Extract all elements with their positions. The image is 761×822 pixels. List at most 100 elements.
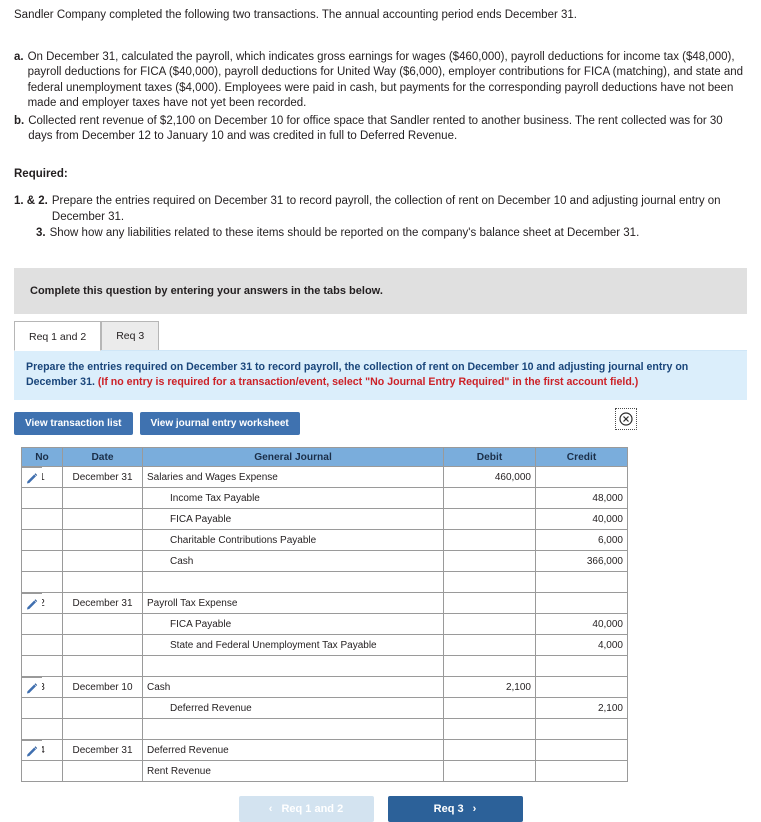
pencil-icon — [26, 682, 38, 694]
table-row: Deferred Revenue 2,100 — [21, 697, 628, 720]
cell-date[interactable] — [62, 508, 143, 531]
table-row — [21, 718, 628, 741]
cell-date[interactable] — [62, 529, 143, 552]
cell-debit-amount[interactable] — [443, 550, 536, 573]
cell-account-name[interactable]: Cash — [142, 550, 444, 573]
cell-debit-amount[interactable] — [443, 739, 536, 762]
transaction-item-b: b. Collected rent revenue of $2,100 on D… — [14, 114, 747, 145]
cell-credit-amount[interactable]: 48,000 — [535, 487, 628, 510]
cell-account-name[interactable]: FICA Payable — [142, 613, 444, 636]
cell-date[interactable] — [62, 571, 143, 594]
cell-account-name[interactable]: Deferred Revenue — [142, 697, 444, 720]
cell-credit-amount[interactable]: 40,000 — [535, 508, 628, 531]
required-section: Required: 1. & 2. Prepare the entries re… — [0, 167, 761, 242]
tab-req-3[interactable]: Req 3 — [101, 320, 160, 350]
tab-bar: Req 1 and 2 Req 3 — [14, 320, 761, 351]
edit-entry-button[interactable] — [21, 467, 42, 489]
cell-credit-amount[interactable] — [535, 466, 628, 489]
cell-account-name[interactable]: Rent Revenue — [142, 760, 444, 783]
cell-account-name[interactable] — [142, 571, 444, 594]
cell-debit-amount[interactable] — [443, 697, 536, 720]
cell-date[interactable] — [62, 718, 143, 741]
journal-table-body: 1 December 31 Salaries and Wages Expense 46… — [21, 466, 628, 783]
cell-credit-amount[interactable]: 40,000 — [535, 613, 628, 636]
cell-debit-amount[interactable] — [443, 529, 536, 552]
cell-credit-amount[interactable] — [535, 592, 628, 615]
transaction-list: a. On December 31, calculated the payrol… — [14, 50, 747, 145]
cell-account-name[interactable]: Deferred Revenue — [142, 739, 444, 762]
close-worksheet-button[interactable] — [615, 408, 637, 431]
cell-entry-number — [21, 718, 63, 741]
cell-debit-amount[interactable] — [443, 718, 536, 741]
cell-account-name[interactable]: Salaries and Wages Expense — [142, 466, 444, 489]
cell-date[interactable] — [62, 550, 143, 573]
cell-debit-amount[interactable] — [443, 613, 536, 636]
table-row: 3 December 10 Cash 2,100 — [21, 676, 628, 699]
cell-date[interactable] — [62, 697, 143, 720]
cell-credit-amount[interactable]: 366,000 — [535, 550, 628, 573]
cell-date[interactable] — [62, 634, 143, 657]
requirement-3-marker: 3. — [36, 227, 46, 240]
cell-account-name[interactable]: Income Tax Payable — [142, 487, 444, 510]
cell-debit-amount[interactable] — [443, 571, 536, 594]
required-heading: Required: — [14, 167, 68, 180]
cell-account-name[interactable] — [142, 655, 444, 678]
cell-debit-amount[interactable] — [443, 487, 536, 510]
cell-debit-amount[interactable]: 2,100 — [443, 676, 536, 699]
cell-credit-amount[interactable] — [535, 571, 628, 594]
cell-debit-amount[interactable] — [443, 760, 536, 783]
table-row: 4 December 31 Deferred Revenue — [21, 739, 628, 762]
cell-debit-amount[interactable]: 460,000 — [443, 466, 536, 489]
cell-credit-amount[interactable] — [535, 760, 628, 783]
cell-credit-amount[interactable] — [535, 718, 628, 741]
cell-credit-amount[interactable] — [535, 739, 628, 762]
cell-date[interactable] — [62, 655, 143, 678]
cell-date[interactable] — [62, 487, 143, 510]
cell-date[interactable]: December 31 — [62, 466, 143, 489]
cell-entry-number — [21, 655, 63, 678]
cell-account-name[interactable]: Cash — [142, 676, 444, 699]
cell-date[interactable]: December 10 — [62, 676, 143, 699]
cell-account-name[interactable] — [142, 718, 444, 741]
requirement-1-2-text: Prepare the entries required on December… — [51, 195, 721, 223]
edit-entry-button[interactable] — [21, 593, 42, 615]
problem-statement: Sandler Company completed the following … — [0, 0, 761, 145]
prev-button-label: Req 1 and 2 — [281, 803, 344, 816]
cell-account-name[interactable]: Charitable Contributions Payable — [142, 529, 444, 552]
intro-lead-text: Sandler Company completed the following … — [14, 9, 577, 21]
cell-credit-amount[interactable] — [535, 655, 628, 678]
table-row: 1 December 31 Salaries and Wages Expense 46… — [21, 466, 628, 489]
cell-account-name[interactable]: Payroll Tax Expense — [142, 592, 444, 615]
cell-date[interactable] — [62, 760, 143, 783]
cell-account-name[interactable]: State and Federal Unemployment Tax Payab… — [142, 634, 444, 657]
cell-credit-amount[interactable]: 6,000 — [535, 529, 628, 552]
view-journal-entry-worksheet-button[interactable]: View journal entry worksheet — [139, 412, 300, 436]
cell-debit-amount[interactable] — [443, 508, 536, 531]
transaction-b-text: Collected rent revenue of $2,100 on Dece… — [28, 114, 723, 143]
column-header-date: Date — [62, 447, 143, 468]
transaction-a-text: On December 31, calculated the payroll, … — [27, 50, 744, 110]
edit-entry-button[interactable] — [21, 740, 42, 762]
cell-date[interactable] — [62, 613, 143, 636]
cell-credit-amount[interactable]: 4,000 — [535, 634, 628, 657]
question-page: Sandler Company completed the following … — [0, 0, 761, 822]
table-row: State and Federal Unemployment Tax Payab… — [21, 634, 628, 657]
requirement-item-1-2: 1. & 2. Prepare the entries required on … — [14, 194, 747, 225]
cell-debit-amount[interactable] — [443, 634, 536, 657]
cell-account-name[interactable]: FICA Payable — [142, 508, 444, 531]
prev-req-1-and-2-button[interactable]: ‹ Req 1 and 2 — [238, 796, 374, 822]
cell-debit-amount[interactable] — [443, 592, 536, 615]
cell-date[interactable]: December 31 — [62, 592, 143, 615]
edit-entry-button[interactable] — [21, 677, 42, 699]
cell-date[interactable]: December 31 — [62, 739, 143, 762]
cell-debit-amount[interactable] — [443, 655, 536, 678]
journal-table-head: No Date General Journal Debit Credit — [21, 447, 628, 468]
tab-req-1-and-2[interactable]: Req 1 and 2 — [14, 320, 102, 351]
cell-credit-amount[interactable] — [535, 676, 628, 699]
requirement-item-3: 3. Show how any liabilities related to t… — [14, 226, 747, 242]
view-transaction-list-button[interactable]: View transaction list — [14, 412, 133, 436]
next-req-3-button[interactable]: Req 3 › — [387, 796, 523, 822]
cell-credit-amount[interactable]: 2,100 — [535, 697, 628, 720]
cell-entry-number — [21, 697, 63, 720]
chevron-left-icon: ‹ — [268, 802, 273, 815]
